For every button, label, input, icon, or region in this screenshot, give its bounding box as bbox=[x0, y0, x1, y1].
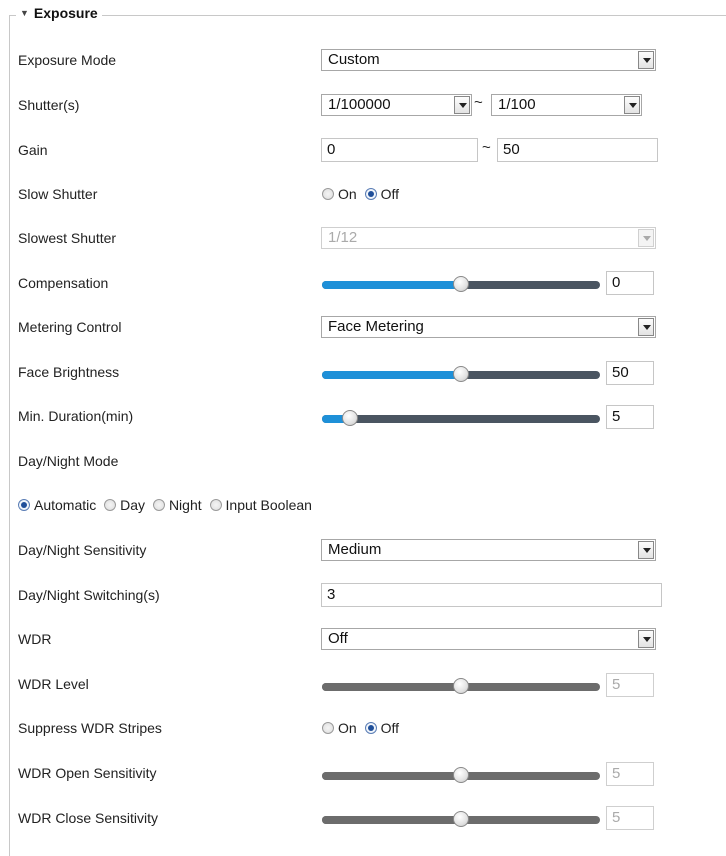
radio-selected-icon bbox=[18, 499, 30, 511]
slider-handle bbox=[453, 678, 469, 694]
exposure-mode-select[interactable]: Custom bbox=[321, 49, 656, 71]
radio-label: Off bbox=[380, 720, 399, 736]
compensation-slider[interactable] bbox=[322, 276, 600, 292]
radio-label: Input Boolean bbox=[225, 497, 312, 513]
shutter-min-select[interactable]: 1/100000 bbox=[321, 94, 472, 116]
shutter-label: Shutter(s) bbox=[18, 97, 80, 113]
day-night-switching-label: Day/Night Switching(s) bbox=[18, 587, 160, 603]
slider-handle bbox=[453, 811, 469, 827]
day-night-mode-radio-group: Automatic Day Night Input Boolean bbox=[18, 494, 316, 516]
slowest-shutter-value: 1/12 bbox=[328, 229, 358, 246]
gain-label: Gain bbox=[18, 142, 48, 158]
face-brightness-label: Face Brightness bbox=[18, 364, 120, 380]
wdr-close-sensitivity-slider bbox=[322, 811, 600, 827]
shutter-max-select[interactable]: 1/100 bbox=[491, 94, 642, 116]
radio-off-icon bbox=[152, 499, 165, 511]
wdr-open-sensitivity-value-input: 5 bbox=[606, 762, 654, 786]
face-brightness-slider[interactable] bbox=[322, 366, 600, 382]
gain-max-input[interactable]: 50 bbox=[497, 138, 658, 162]
min-duration-slider[interactable] bbox=[322, 410, 600, 426]
shutter-max-value: 1/100 bbox=[498, 96, 536, 113]
radio-off-icon bbox=[322, 722, 334, 734]
day-night-sensitivity-value: Medium bbox=[328, 541, 382, 558]
min-duration-label: Min. Duration(min) bbox=[18, 408, 134, 424]
wdr-open-sensitivity-slider bbox=[322, 767, 600, 783]
radio-selected-icon bbox=[364, 188, 377, 200]
day-night-switching-input[interactable]: 3 bbox=[321, 583, 662, 607]
chevron-down-icon[interactable] bbox=[454, 96, 470, 114]
gain-range-separator: ~ bbox=[482, 139, 491, 156]
slowest-shutter-label: Slowest Shutter bbox=[18, 230, 117, 246]
suppress-wdr-on-radio[interactable]: On bbox=[322, 717, 357, 739]
day-night-mode-label: Day/Night Mode bbox=[18, 453, 119, 469]
wdr-value: Off bbox=[328, 630, 348, 647]
slowest-shutter-select: 1/12 bbox=[321, 227, 656, 249]
slider-handle[interactable] bbox=[341, 410, 358, 426]
shutter-min-value: 1/100000 bbox=[328, 96, 391, 113]
wdr-close-sensitivity-value-input: 5 bbox=[606, 806, 654, 830]
slider-fill bbox=[322, 816, 461, 824]
chevron-down-icon[interactable] bbox=[638, 630, 654, 648]
slow-shutter-radio-group: On Off bbox=[322, 183, 403, 205]
day-night-sensitivity-label: Day/Night Sensitivity bbox=[18, 542, 147, 558]
radio-off-icon bbox=[209, 499, 222, 511]
day-night-automatic-radio[interactable]: Automatic bbox=[18, 494, 96, 516]
wdr-open-sensitivity-label: WDR Open Sensitivity bbox=[18, 765, 157, 781]
metering-control-value: Face Metering bbox=[328, 318, 424, 335]
radio-selected-icon bbox=[364, 722, 377, 734]
chevron-down-icon[interactable] bbox=[624, 96, 640, 114]
chevron-down-icon[interactable] bbox=[638, 318, 654, 336]
radio-label: Off bbox=[380, 186, 399, 202]
metering-control-select[interactable]: Face Metering bbox=[321, 316, 656, 338]
slider-fill bbox=[322, 371, 461, 379]
radio-off-icon bbox=[322, 188, 334, 200]
radio-label: Day bbox=[120, 497, 146, 513]
slow-shutter-on-radio[interactable]: On bbox=[322, 183, 357, 205]
shutter-range-separator: ~ bbox=[474, 94, 483, 111]
exposure-mode-value: Custom bbox=[328, 51, 380, 68]
collapse-triangle-icon[interactable]: ▼ bbox=[20, 8, 29, 18]
face-brightness-value-input[interactable]: 50 bbox=[606, 361, 654, 385]
slider-handle[interactable] bbox=[453, 276, 469, 292]
section-header[interactable]: ▼ Exposure bbox=[16, 5, 102, 21]
section-title: Exposure bbox=[33, 5, 98, 21]
slider-fill bbox=[322, 683, 461, 691]
radio-off-icon bbox=[104, 499, 117, 511]
day-night-day-radio[interactable]: Day bbox=[104, 494, 145, 516]
day-night-input-boolean-radio[interactable]: Input Boolean bbox=[209, 494, 312, 516]
metering-control-label: Metering Control bbox=[18, 319, 122, 335]
wdr-level-label: WDR Level bbox=[18, 676, 89, 692]
radio-label: On bbox=[338, 186, 357, 202]
slider-fill bbox=[322, 772, 461, 780]
slider-handle bbox=[453, 767, 469, 783]
wdr-level-value-input: 5 bbox=[606, 673, 654, 697]
day-night-sensitivity-select[interactable]: Medium bbox=[321, 539, 656, 561]
slider-fill bbox=[322, 281, 461, 289]
compensation-value-input[interactable]: 0 bbox=[606, 271, 654, 295]
suppress-wdr-stripes-label: Suppress WDR Stripes bbox=[18, 720, 162, 736]
slider-handle[interactable] bbox=[453, 366, 469, 382]
chevron-down-icon[interactable] bbox=[638, 51, 654, 69]
wdr-close-sensitivity-label: WDR Close Sensitivity bbox=[18, 810, 159, 826]
radio-label: Automatic bbox=[34, 497, 97, 513]
radio-label: On bbox=[338, 720, 357, 736]
exposure-mode-label: Exposure Mode bbox=[18, 52, 117, 68]
chevron-down-icon[interactable] bbox=[638, 541, 654, 559]
chevron-down-icon bbox=[638, 229, 654, 247]
radio-label: Night bbox=[168, 497, 202, 513]
wdr-label: WDR bbox=[18, 631, 52, 647]
wdr-level-slider bbox=[322, 678, 600, 694]
suppress-wdr-off-radio[interactable]: Off bbox=[364, 717, 399, 739]
wdr-select[interactable]: Off bbox=[321, 628, 656, 650]
gain-min-input[interactable]: 0 bbox=[321, 138, 478, 162]
slow-shutter-label: Slow Shutter bbox=[18, 186, 98, 202]
day-night-night-radio[interactable]: Night bbox=[152, 494, 202, 516]
suppress-wdr-stripes-radio-group: On Off bbox=[322, 717, 403, 739]
slow-shutter-off-radio[interactable]: Off bbox=[364, 183, 399, 205]
compensation-label: Compensation bbox=[18, 275, 109, 291]
min-duration-value-input[interactable]: 5 bbox=[606, 405, 654, 429]
